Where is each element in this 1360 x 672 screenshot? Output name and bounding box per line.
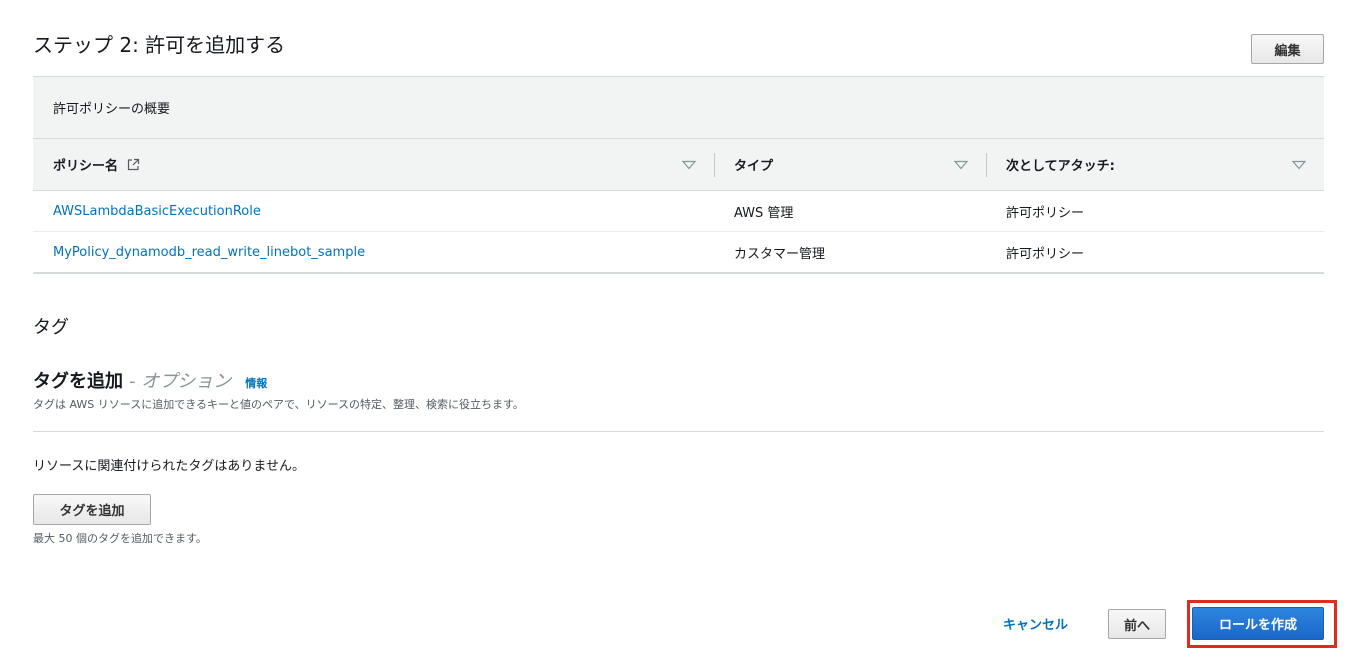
cancel-link[interactable]: キャンセル: [1003, 614, 1068, 633]
table-row: AWSLambdaBasicExecutionRole AWS 管理 許可ポリシ…: [33, 190, 1324, 232]
no-tags-message: リソースに関連付けられたタグはありません。: [33, 459, 305, 474]
column-header-attached-as[interactable]: 次としてアタッチ:: [986, 139, 1324, 191]
sort-caret-icon[interactable]: [682, 160, 696, 170]
add-tag-title-text: タグを追加: [33, 371, 123, 392]
column-separator: [986, 153, 987, 177]
policy-type-cell: AWS 管理: [714, 190, 986, 232]
column-header-label: ポリシー名: [53, 159, 119, 174]
external-link-icon: [127, 158, 139, 171]
tags-heading: タグ: [33, 317, 69, 338]
previous-button[interactable]: 前へ: [1108, 609, 1166, 639]
attached-as-cell: 許可ポリシー: [986, 190, 1324, 232]
table-row: MyPolicy_dynamodb_read_write_linebot_sam…: [33, 231, 1324, 274]
column-header-policy-name[interactable]: ポリシー名: [33, 139, 714, 191]
sort-caret-icon[interactable]: [954, 160, 968, 170]
sort-caret-icon[interactable]: [1292, 160, 1306, 170]
policy-name-cell: MyPolicy_dynamodb_read_write_linebot_sam…: [33, 231, 714, 274]
policy-link[interactable]: AWSLambdaBasicExecutionRole: [53, 204, 261, 219]
policy-type-cell: カスタマー管理: [714, 231, 986, 274]
attached-as-cell: 許可ポリシー: [986, 231, 1324, 274]
column-header-type[interactable]: タイプ: [714, 139, 986, 191]
create-role-button[interactable]: ロールを作成: [1192, 607, 1324, 640]
option-label: - オプション: [129, 371, 232, 392]
info-link[interactable]: 情報: [245, 375, 267, 391]
policy-link[interactable]: MyPolicy_dynamodb_read_write_linebot_sam…: [53, 245, 365, 260]
column-header-label: タイプ: [734, 159, 774, 174]
policy-name-cell: AWSLambdaBasicExecutionRole: [33, 190, 714, 232]
max-tags-hint: 最大 50 個のタグを追加できます。: [33, 532, 207, 545]
add-tag-title: タグを追加 - オプション 情報: [33, 367, 267, 393]
step-title: ステップ 2: 許可を追加する: [33, 33, 286, 57]
column-header-label: 次としてアタッチ:: [1006, 159, 1115, 174]
section-divider: [33, 431, 1324, 432]
add-tag-button[interactable]: タグを追加: [33, 494, 151, 525]
column-separator: [714, 153, 715, 177]
policies-table: ポリシー名 タイプ 次としてアタッチ: AWSLambdaBasicExecut…: [33, 139, 1324, 274]
permissions-summary-panel: 許可ポリシーの概要 ポリシー名 タイプ 次としてアタッチ: AWSLambdaB…: [33, 76, 1324, 274]
permissions-summary-title: 許可ポリシーの概要: [33, 77, 1324, 139]
tags-description: タグは AWS リソースに追加できるキーと値のペアで、リソースの特定、整理、検索…: [33, 398, 524, 411]
edit-button[interactable]: 編集: [1251, 34, 1324, 64]
